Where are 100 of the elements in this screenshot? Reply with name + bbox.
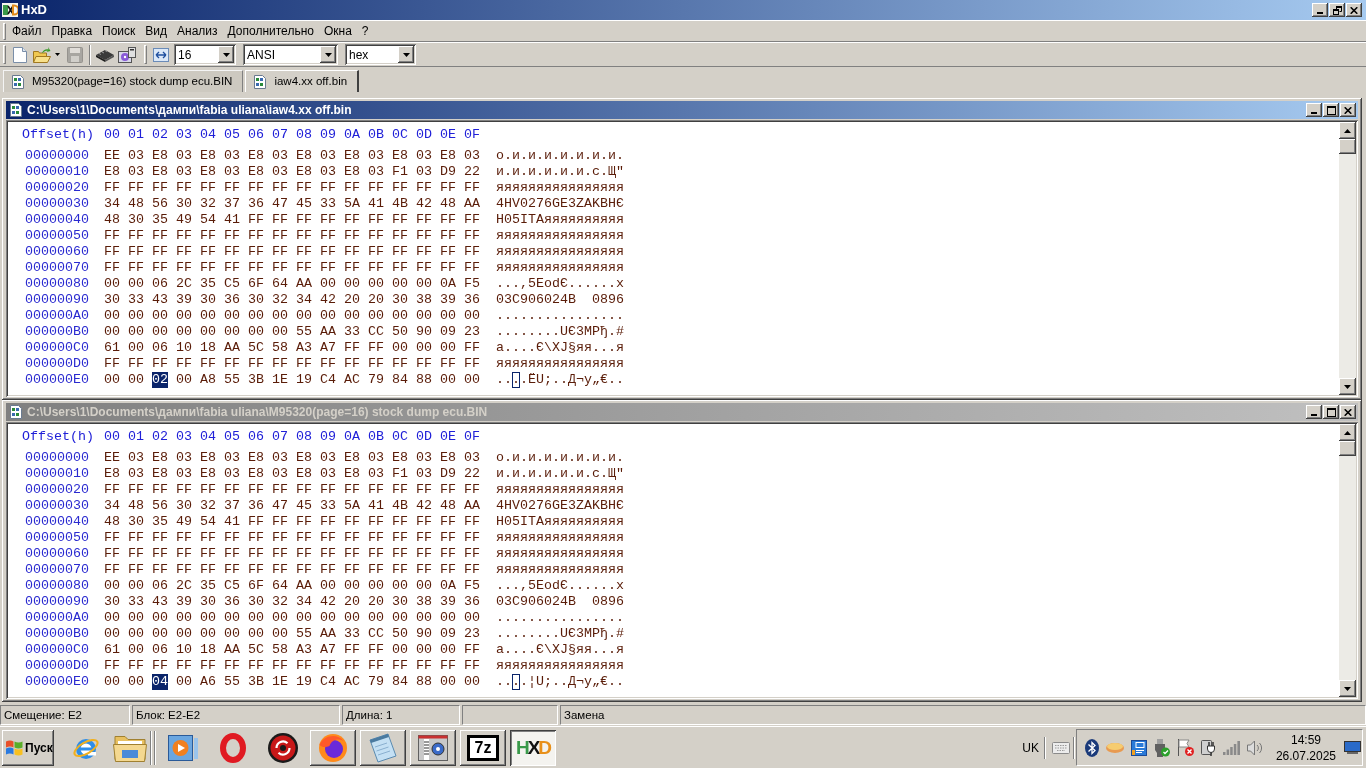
- hex-byte: 33: [128, 292, 144, 308]
- bluetooth-icon[interactable]: [1084, 738, 1099, 757]
- hex-byte: FF: [272, 244, 288, 260]
- power-plug-icon[interactable]: [1200, 739, 1216, 756]
- hex-byte: FF: [464, 514, 480, 530]
- offset-cell: 00000050: [25, 530, 89, 546]
- taskbar-button[interactable]: HXD: [510, 729, 556, 766]
- clock-time[interactable]: 14:59: [1290, 731, 1321, 748]
- tab[interactable]: M95320(page=16) stock dump ecu.BIN: [3, 70, 244, 92]
- menu-item[interactable]: Файл: [7, 22, 47, 40]
- usb-check-icon[interactable]: [1153, 738, 1170, 757]
- close-button[interactable]: [1340, 405, 1356, 419]
- menu-item[interactable]: Анализ: [172, 22, 223, 40]
- hex-byte: 00: [176, 610, 192, 626]
- scroll-up-button[interactable]: [1339, 424, 1356, 441]
- menu-item[interactable]: Правка: [46, 22, 98, 40]
- hex-byte: FF: [200, 546, 216, 562]
- vertical-scrollbar[interactable]: [1339, 122, 1356, 395]
- hex-byte: 03: [272, 148, 288, 164]
- media-player-icon[interactable]: [168, 732, 198, 763]
- offset-base-dropdown[interactable]: hex: [345, 44, 416, 65]
- scroll-down-button[interactable]: [1339, 680, 1356, 697]
- bytes-per-row-dropdown[interactable]: 16: [174, 44, 236, 65]
- menu-item[interactable]: Поиск: [97, 22, 141, 40]
- new-file-icon: [13, 46, 27, 63]
- minimize-button[interactable]: [1306, 405, 1322, 419]
- column-header: 0E: [440, 127, 456, 143]
- offset-cell: 00000020: [25, 180, 89, 196]
- hex-byte: FF: [272, 530, 288, 546]
- column-header: Offset(h): [22, 429, 94, 445]
- vertical-scrollbar[interactable]: [1339, 424, 1356, 697]
- dropdown-button[interactable]: [398, 46, 414, 63]
- hex-byte: FF: [248, 546, 264, 562]
- hex-byte: FF: [464, 482, 480, 498]
- hex-byte: A6: [200, 674, 216, 690]
- dropdown-button[interactable]: [320, 46, 336, 63]
- minimize-button[interactable]: [1306, 103, 1322, 117]
- charset-dropdown[interactable]: ANSI: [243, 44, 338, 65]
- hex-byte: E8: [296, 466, 312, 482]
- menu-item[interactable]: ?: [356, 22, 374, 40]
- hex-byte: FF: [176, 228, 192, 244]
- hex-byte: FF: [392, 228, 408, 244]
- flag-error-icon[interactable]: [1176, 739, 1194, 756]
- hex-byte: 03: [128, 450, 144, 466]
- hex-byte: FF: [320, 658, 336, 674]
- hex-byte: FF: [104, 244, 120, 260]
- keyboard-icon[interactable]: [1051, 741, 1070, 754]
- hex-byte: FF: [416, 212, 432, 228]
- offset-cell: 000000E0: [25, 674, 89, 690]
- dropdown-button[interactable]: [218, 46, 234, 63]
- minimize-button[interactable]: [1312, 3, 1328, 17]
- ring-icon[interactable]: [220, 732, 246, 763]
- close-button[interactable]: [1346, 3, 1362, 17]
- maximize-button[interactable]: [1323, 103, 1339, 117]
- hex-byte: FF: [392, 260, 408, 276]
- scroll-up-button[interactable]: [1339, 122, 1356, 139]
- hex-byte: 45: [296, 498, 312, 514]
- column-header: 08: [296, 429, 312, 445]
- language-indicator[interactable]: UK: [1022, 738, 1039, 757]
- toolbar-grip[interactable]: [3, 45, 6, 64]
- hex-byte: FF: [416, 562, 432, 578]
- hex-byte: 34: [104, 498, 120, 514]
- hex-byte: 03: [368, 148, 384, 164]
- hex-byte: FF: [368, 562, 384, 578]
- app-tile-icon[interactable]: [1130, 739, 1147, 756]
- hex-byte: C5: [224, 578, 240, 594]
- taskbar-button[interactable]: 7z: [460, 729, 506, 766]
- menu-item[interactable]: Дополнительно: [222, 22, 319, 40]
- scrollbar-thumb[interactable]: [1339, 139, 1356, 154]
- start-button[interactable]: Пуск: [2, 729, 54, 766]
- desktop-icon[interactable]: [1344, 741, 1361, 754]
- hex-byte: FF: [344, 658, 360, 674]
- menu-item[interactable]: Вид: [140, 22, 173, 40]
- hex-byte: 03: [464, 148, 480, 164]
- hex-byte: FF: [248, 180, 264, 196]
- hex-byte: FF: [392, 546, 408, 562]
- clock-date[interactable]: 26.07.2025: [1275, 747, 1336, 764]
- toolbar-grip[interactable]: [144, 45, 147, 64]
- hex-byte: 84: [392, 372, 408, 388]
- hex-byte: 19: [296, 674, 312, 690]
- hex-byte: FF: [152, 530, 168, 546]
- maximize-button[interactable]: [1323, 405, 1339, 419]
- toolbar-grip[interactable]: [3, 22, 6, 40]
- circular-arrows-icon[interactable]: [268, 732, 298, 763]
- taskbar-button[interactable]: [360, 729, 406, 766]
- hex-byte: 00: [248, 308, 264, 324]
- menu-item[interactable]: Окна: [318, 22, 357, 40]
- scrollbar-thumb[interactable]: [1339, 441, 1356, 456]
- tab[interactable]: iaw4.xx off.bin: [245, 70, 360, 92]
- speaker-icon[interactable]: [1246, 739, 1263, 756]
- hex-byte: 30: [248, 292, 264, 308]
- taskbar-button[interactable]: [410, 729, 456, 766]
- scroll-down-button[interactable]: [1339, 378, 1356, 395]
- restore-button[interactable]: [1329, 3, 1345, 17]
- column-header: 04: [200, 127, 216, 143]
- hex-byte: 00: [224, 308, 240, 324]
- hex-byte: 00: [104, 372, 120, 388]
- hex-byte: FF: [416, 530, 432, 546]
- close-button[interactable]: [1340, 103, 1356, 117]
- taskbar-button[interactable]: [310, 729, 356, 766]
